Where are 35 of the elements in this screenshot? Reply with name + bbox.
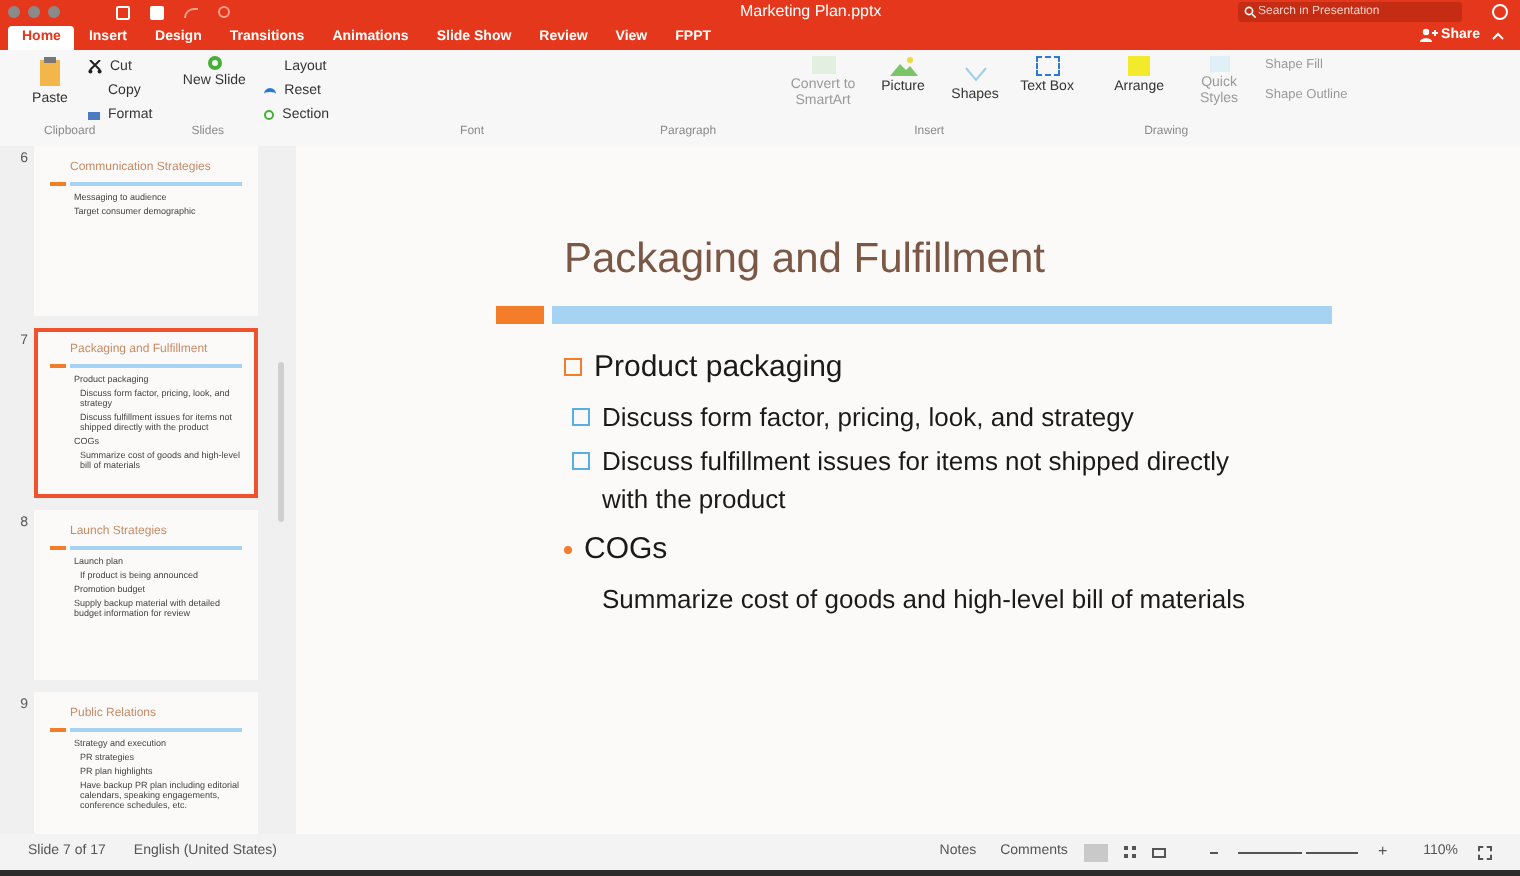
window-title: Marketing Plan.pptx — [740, 0, 882, 24]
bullet-text: Product packaging — [594, 348, 843, 386]
quick-styles-icon — [1209, 56, 1230, 72]
sidebar-toggle-icon[interactable] — [116, 5, 130, 19]
reset-icon — [264, 87, 277, 95]
add-person-icon — [1419, 28, 1438, 43]
arrange-icon — [1128, 56, 1151, 76]
undo-icon[interactable] — [184, 7, 198, 17]
square-bullet-icon — [572, 408, 590, 426]
dot-bullet-icon — [564, 546, 572, 554]
bullet-text: Discuss fulfillment issues for items not shipped directly with the product — [602, 444, 1232, 518]
picture-icon — [889, 56, 918, 76]
search-icon — [1244, 6, 1256, 18]
scissors-icon — [88, 60, 102, 74]
scrollbar[interactable] — [278, 362, 284, 522]
bullet-text: Summarize cost of goods and high-level bill of materials — [602, 582, 1248, 618]
save-icon[interactable] — [150, 5, 164, 19]
grid-view-icon[interactable] — [1123, 846, 1136, 858]
slide-title: Packaging and Fulfillment — [562, 234, 1047, 286]
square-bullet-icon — [572, 452, 590, 470]
bullet-text: Discuss form factor, pricing, look, and strategy — [602, 400, 1136, 436]
bullet-text: COGs — [584, 530, 668, 568]
text-box-icon — [1035, 56, 1060, 76]
presenter-view-icon[interactable] — [1151, 847, 1166, 857]
account-icon[interactable] — [1492, 4, 1508, 20]
zoom-in-button[interactable]: + — [1377, 844, 1388, 860]
new-slide-icon — [207, 56, 222, 70]
fit-to-window-icon[interactable] — [1478, 845, 1492, 859]
section-icon — [264, 110, 275, 120]
slide-thumbnail[interactable] — [34, 328, 258, 498]
collapse-ribbon-icon — [1492, 31, 1504, 40]
redo-icon[interactable] — [218, 6, 230, 18]
clipboard-icon — [38, 56, 62, 88]
brush-icon — [88, 111, 100, 119]
square-bullet-icon — [564, 358, 582, 376]
